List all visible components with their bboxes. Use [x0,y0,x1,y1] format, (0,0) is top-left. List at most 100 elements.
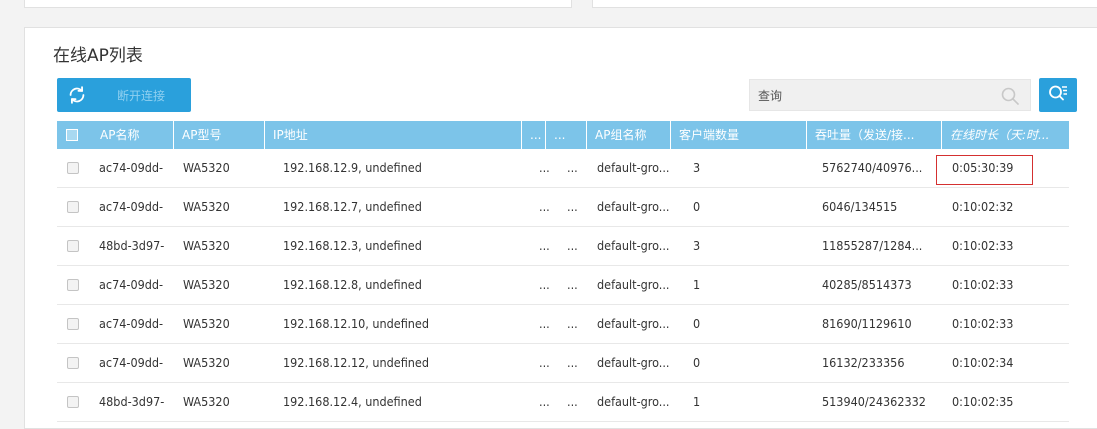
panel-title: 在线AP列表 [53,46,143,66]
cell-col-b: ... [567,199,578,214]
cell-ap-name: ac74-09dd- [99,160,164,175]
cell-col-a: ... [539,238,550,253]
cell-group: default-gro... [597,160,670,175]
cell-throughput: 16132/233356 [822,355,905,370]
table-row[interactable]: ac74-09dd- WA5320 192.168.12.7, undefined.… [57,188,1069,227]
cell-group: default-gro... [597,394,670,409]
table-body: ac74-09dd- WA5320 192.168.12.9, undefined.… [57,149,1069,422]
advanced-search-icon [1047,82,1069,108]
row-checkbox[interactable] [67,279,79,291]
select-all-checkbox[interactable] [66,129,78,141]
cell-ap-model: WA5320 [183,277,230,292]
search-icon[interactable] [1000,86,1020,106]
cell-clients: 0 [693,199,701,214]
cell-ap-name: 48bd-3d97- [99,238,165,253]
cell-ip: 192.168.12.9, undefined [283,160,422,175]
cell-ip: 192.168.12.10, undefined [283,316,429,331]
cell-ap-model: WA5320 [183,355,230,370]
cell-ip: 192.168.12.12, undefined [283,355,429,370]
cell-ap-model: WA5320 [183,394,230,409]
cell-ap-model: WA5320 [183,199,230,214]
cell-clients: 0 [693,355,701,370]
cell-ap-model: WA5320 [183,160,230,175]
cell-online-duration: 0:10:02:33 [952,238,1014,253]
cell-online-duration: 0:10:02:32 [952,199,1014,214]
row-checkbox[interactable] [67,396,79,408]
cell-ip: 192.168.12.3, undefined [283,238,422,253]
cell-throughput: 81690/1129610 [822,316,912,331]
cell-group: default-gro... [597,316,670,331]
header-clients[interactable]: 客户端数量 [670,121,800,149]
row-checkbox[interactable] [67,162,79,174]
top-card-left [24,0,572,8]
cell-clients: 1 [693,277,701,292]
cell-ap-model: WA5320 [183,238,230,253]
cell-ap-name: ac74-09dd- [99,316,164,331]
cell-online-duration: 0:10:02:33 [952,277,1014,292]
disconnect-button[interactable]: 断开连接 [117,87,165,104]
cell-group: default-gro... [597,355,670,370]
highlight-box [936,155,1033,185]
cell-clients: 3 [693,160,701,175]
cell-col-b: ... [567,160,578,175]
cell-col-b: ... [567,355,578,370]
cell-clients: 3 [693,238,701,253]
header-online-duration[interactable]: 在线时长（天:时... [941,121,1069,149]
cell-throughput: 11855287/1284... [822,238,923,253]
row-checkbox[interactable] [67,201,79,213]
cell-ap-name: 48bd-3d97- [99,394,165,409]
header-col-b[interactable]: ... [545,121,574,149]
search-input[interactable] [750,80,1000,112]
header-ap-model[interactable]: AP型号 [173,121,262,149]
cell-throughput: 6046/134515 [822,199,898,214]
cell-col-b: ... [567,277,578,292]
advanced-search-button[interactable] [1039,78,1077,112]
cell-col-a: ... [539,160,550,175]
cell-col-b: ... [567,238,578,253]
table-row[interactable]: 48bd-3d97- WA5320 192.168.12.4, undefined.… [57,383,1069,422]
table-row[interactable]: ac74-09dd- WA5320 192.168.12.12, undefined… [57,344,1069,383]
top-card-right [592,0,1097,8]
online-ap-panel: 在线AP列表 断开连接 查询 AP名称 AP型号 IP地址 ... ... AP… [24,27,1097,429]
row-checkbox[interactable] [67,240,79,252]
table-row[interactable]: ac74-09dd- WA5320 192.168.12.8, undefined.… [57,266,1069,305]
header-col-a[interactable]: ... [521,121,544,149]
table-row[interactable]: ac74-09dd- WA5320 192.168.12.9, undefined.… [57,149,1069,188]
header-ap-name[interactable]: AP名称 [92,121,181,149]
row-checkbox[interactable] [67,318,79,330]
cell-ip: 192.168.12.4, undefined [283,394,422,409]
cell-online-duration: 0:10:02:33 [952,316,1014,331]
header-ip[interactable]: IP地址 [264,121,522,149]
cell-col-b: ... [567,316,578,331]
cell-ap-name: ac74-09dd- [99,277,164,292]
header-throughput[interactable]: 吞吐量（发送/接... [806,121,934,149]
cell-col-b: ... [567,394,578,409]
cell-ap-name: ac74-09dd- [99,199,164,214]
cell-group: default-gro... [597,277,670,292]
cell-clients: 1 [693,394,701,409]
cell-group: default-gro... [597,199,670,214]
cell-clients: 0 [693,316,701,331]
cell-ap-model: WA5320 [183,316,230,331]
cell-throughput: 513940/24362332 [822,394,926,409]
cell-col-a: ... [539,277,550,292]
refresh-icon[interactable] [57,78,97,112]
cell-col-a: ... [539,355,550,370]
table-row[interactable]: 48bd-3d97- WA5320 192.168.12.3, undefined.… [57,227,1069,266]
search-box [749,79,1031,112]
cell-throughput: 5762740/40976... [822,160,923,175]
cell-ip: 192.168.12.7, undefined [283,199,422,214]
row-checkbox[interactable] [67,357,79,369]
cell-ap-name: ac74-09dd- [99,355,164,370]
cell-online-duration: 0:10:02:34 [952,355,1014,370]
cell-group: default-gro... [597,238,670,253]
cell-col-a: ... [539,199,550,214]
header-group[interactable]: AP组名称 [586,121,671,149]
cell-throughput: 40285/8514373 [822,277,912,292]
ap-table: AP名称 AP型号 IP地址 ... ... AP组名称 客户端数量 吞吐量（发… [57,121,1069,422]
cell-online-duration: 0:10:02:35 [952,394,1014,409]
table-row[interactable]: ac74-09dd- WA5320 192.168.12.10, undefined… [57,305,1069,344]
cell-col-a: ... [539,316,550,331]
table-header: AP名称 AP型号 IP地址 ... ... AP组名称 客户端数量 吞吐量（发… [57,121,1069,149]
cell-ip: 192.168.12.8, undefined [283,277,422,292]
